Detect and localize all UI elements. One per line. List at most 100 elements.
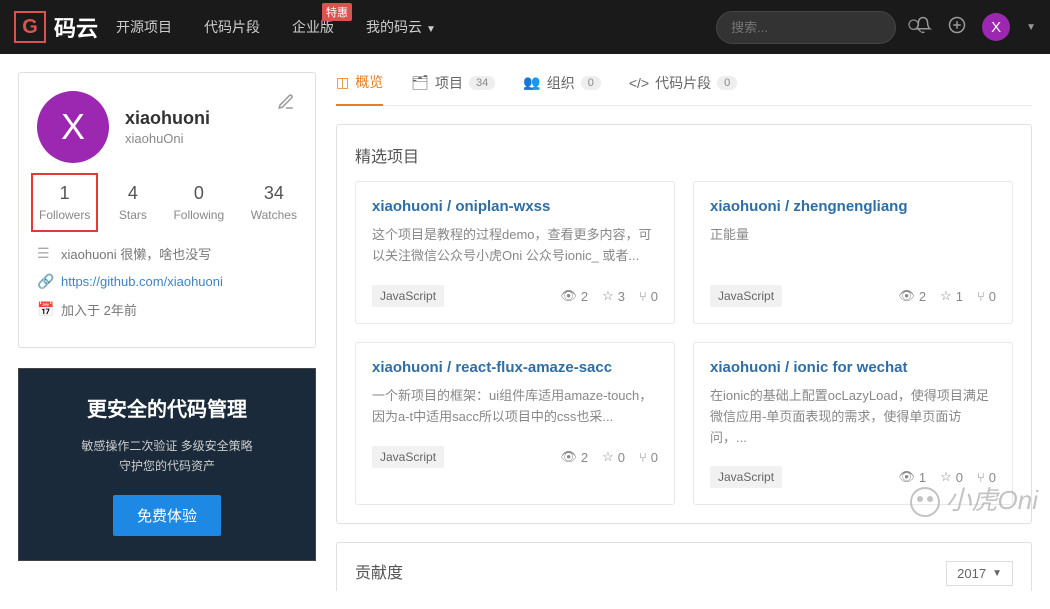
link-row[interactable]: 🔗 https://github.com/xiaohuoni — [37, 273, 297, 290]
eye-icon: 👁 — [560, 449, 577, 465]
lang-tag: JavaScript — [372, 446, 444, 468]
promo-card: 更安全的代码管理 敏感操作二次验证 多级安全策略 守护您的代码资产 免费体验 — [18, 368, 316, 561]
stat-following[interactable]: 0 Following — [173, 183, 224, 222]
chevron-down-icon[interactable]: ▼ — [1026, 22, 1036, 33]
stat-stars[interactable]: 4 Stars — [119, 183, 147, 222]
fork-icon: ⑂ — [639, 289, 647, 304]
star-icon: ☆ — [602, 288, 614, 304]
watch-stat[interactable]: 👁2 — [898, 288, 926, 304]
watch-stat[interactable]: 👁2 — [560, 449, 588, 465]
star-icon: ☆ — [940, 469, 952, 485]
contribution-header: 贡献度 2017 ▼ — [336, 542, 1032, 591]
top-bar: G 码云 开源项目 代码片段 特惠 企业版 我的码云▼ X ▼ — [0, 0, 1050, 54]
search-box[interactable] — [716, 11, 896, 44]
fork-stat[interactable]: ⑂0 — [639, 288, 658, 304]
tab-overview-label: 概览 — [355, 72, 383, 92]
overview-icon: ◫ — [336, 74, 349, 91]
tab-orgs[interactable]: 👥 组织 0 — [523, 73, 601, 105]
promo-line2: 守护您的代码资产 — [119, 459, 215, 473]
repo-title[interactable]: xiaohuoni / react-flux-amaze-sacc — [372, 359, 658, 376]
repo-desc: 在ionic的基础上配置ocLazyLoad，使得项目满足微信应用-单页面表现的… — [710, 386, 996, 448]
repo-desc: 这个项目是教程的过程demo，查看更多内容，可以关注微信公众号小虎Oni 公众号… — [372, 225, 658, 267]
projects-icon: 🗂 — [411, 74, 429, 91]
enterprise-badge: 特惠 — [322, 3, 352, 21]
watch-stat[interactable]: 👁2 — [560, 288, 588, 304]
stat-watches[interactable]: 34 Watches — [251, 183, 297, 222]
fork-icon: ⑂ — [977, 470, 985, 485]
profile-card: X xiaohuoni xiaohuOni 1 Followers 4 Star… — [18, 72, 316, 348]
logo-text: 码云 — [54, 11, 98, 43]
star-stat[interactable]: ☆0 — [602, 449, 625, 465]
star-icon: ☆ — [602, 449, 614, 465]
tab-orgs-count: 0 — [581, 76, 601, 90]
promo-button[interactable]: 免费体验 — [113, 495, 221, 536]
main-content: ◫ 概览 🗂 项目 34 👥 组织 0 </> 代码片段 0 精选项目 xiao… — [336, 72, 1032, 591]
handle: xiaohuOni — [125, 131, 210, 146]
stat-watches-label: Watches — [251, 208, 297, 222]
stat-stars-num: 4 — [119, 183, 147, 204]
lang-tag: JavaScript — [710, 466, 782, 488]
joined-row: 📅 加入于 2年前 — [37, 300, 297, 319]
stat-stars-label: Stars — [119, 208, 147, 222]
chevron-down-icon: ▼ — [426, 24, 436, 35]
repo-title[interactable]: xiaohuoni / zhengnengliang — [710, 198, 996, 215]
sidebar: X xiaohuoni xiaohuOni 1 Followers 4 Star… — [18, 72, 316, 591]
star-icon: ☆ — [940, 288, 952, 304]
profile-stats: 1 Followers 4 Stars 0 Following 34 Watch… — [37, 183, 297, 222]
snippets-icon: </> — [629, 75, 649, 91]
watch-stat[interactable]: 👁1 — [898, 469, 926, 485]
star-stat[interactable]: ☆0 — [940, 469, 963, 485]
repo-grid: xiaohuoni / oniplan-wxss 这个项目是教程的过程demo，… — [355, 181, 1013, 505]
stat-following-label: Following — [173, 208, 224, 222]
profile-tabs: ◫ 概览 🗂 项目 34 👥 组织 0 </> 代码片段 0 — [336, 72, 1032, 106]
tab-projects-count: 34 — [469, 76, 495, 90]
repo-title[interactable]: xiaohuoni / oniplan-wxss — [372, 198, 658, 215]
promo-line1: 敏感操作二次验证 多级安全策略 — [81, 439, 252, 453]
top-icons: X ▼ — [914, 13, 1036, 41]
tab-orgs-label: 组织 — [547, 73, 575, 93]
user-icon: ☰ — [37, 245, 53, 262]
profile-link: https://github.com/xiaohuoni — [61, 274, 223, 289]
calendar-icon: 📅 — [37, 301, 53, 318]
search-input[interactable] — [731, 20, 907, 35]
nav-snippets[interactable]: 代码片段 — [204, 17, 260, 37]
star-stat[interactable]: ☆3 — [602, 288, 625, 304]
chevron-down-icon: ▼ — [992, 568, 1002, 579]
repo-card: xiaohuoni / oniplan-wxss 这个项目是教程的过程demo，… — [355, 181, 675, 324]
fork-stat[interactable]: ⑂0 — [977, 288, 996, 304]
nav-open-source[interactable]: 开源项目 — [116, 17, 172, 37]
fork-stat[interactable]: ⑂0 — [639, 449, 658, 465]
stat-followers[interactable]: 1 Followers — [31, 173, 98, 232]
logo[interactable]: G 码云 — [14, 11, 98, 43]
stat-followers-label: Followers — [39, 208, 90, 222]
nav-enterprise-label: 企业版 — [292, 19, 334, 35]
bell-icon[interactable] — [914, 16, 932, 39]
tab-overview[interactable]: ◫ 概览 — [336, 72, 383, 106]
promo-desc: 敏感操作二次验证 多级安全策略 守护您的代码资产 — [37, 436, 297, 477]
promo-title: 更安全的代码管理 — [37, 393, 297, 422]
nav-enterprise[interactable]: 特惠 企业版 — [292, 17, 334, 37]
eye-icon: 👁 — [560, 288, 577, 304]
eye-icon: 👁 — [898, 469, 915, 485]
tab-snippets[interactable]: </> 代码片段 0 — [629, 73, 737, 105]
plus-icon[interactable] — [948, 16, 966, 39]
eye-icon: 👁 — [898, 288, 915, 304]
repo-desc: 一个新项目的框架：ui组件库适用amaze-touch，因为a-t中适用sacc… — [372, 386, 658, 428]
nav-my-gitee[interactable]: 我的码云▼ — [366, 17, 436, 37]
tab-projects-label: 项目 — [435, 73, 463, 93]
stat-watches-num: 34 — [251, 183, 297, 204]
fork-stat[interactable]: ⑂0 — [977, 469, 996, 485]
lang-tag: JavaScript — [372, 285, 444, 307]
avatar[interactable]: X — [982, 13, 1010, 41]
logo-icon: G — [14, 11, 46, 43]
bio-text: xiaohuoni 很懒，啥也没写 — [61, 244, 211, 263]
edit-icon[interactable] — [277, 93, 295, 116]
avatar-large: X — [37, 91, 109, 163]
year-select[interactable]: 2017 ▼ — [946, 561, 1013, 586]
star-stat[interactable]: ☆1 — [940, 288, 963, 304]
link-icon: 🔗 — [37, 273, 53, 290]
tab-projects[interactable]: 🗂 项目 34 — [411, 73, 495, 105]
username: xiaohuoni — [125, 108, 210, 129]
repo-title[interactable]: xiaohuoni / ionic for wechat — [710, 359, 996, 376]
repo-card: xiaohuoni / react-flux-amaze-sacc 一个新项目的… — [355, 342, 675, 505]
